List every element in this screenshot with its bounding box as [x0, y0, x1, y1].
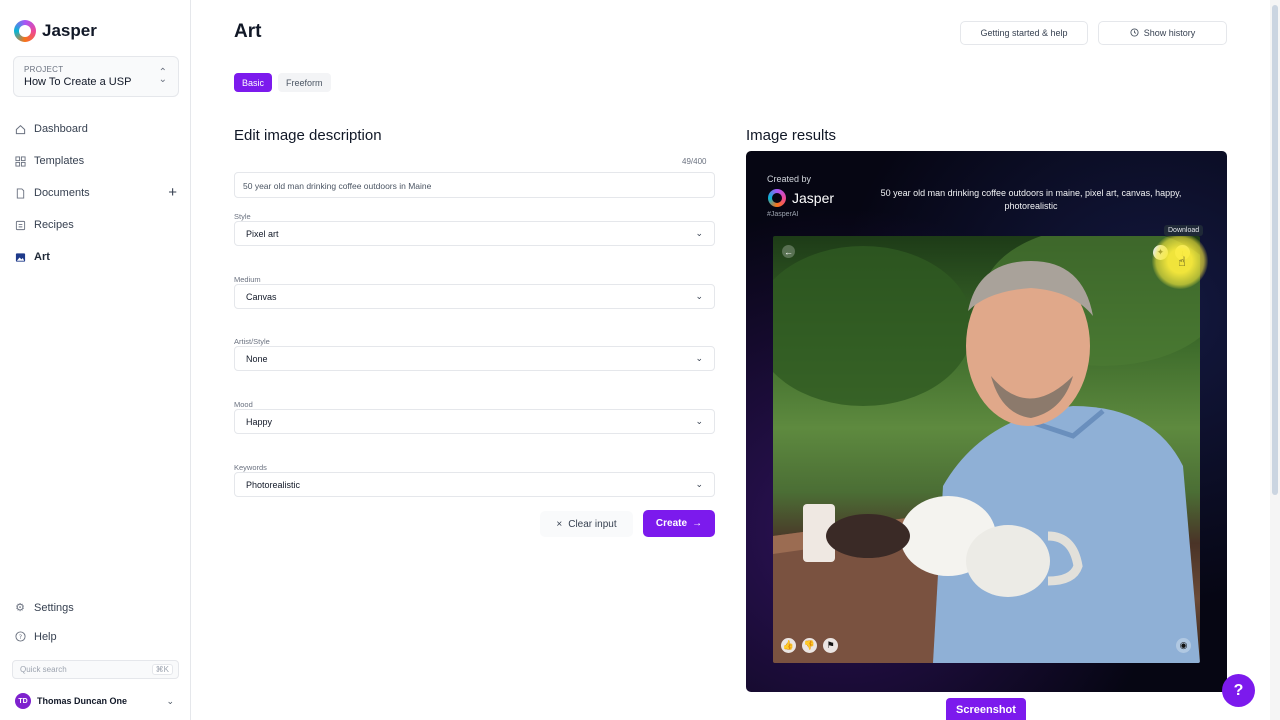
add-document-icon[interactable]: + [168, 185, 177, 200]
brand-logo[interactable]: Jasper [14, 20, 97, 42]
sidebar-item-label: Help [34, 630, 57, 643]
thumbs-up-icon[interactable]: 👍 [781, 638, 796, 653]
chevron-up-down-icon: ⌃ ⌄ [158, 67, 167, 85]
medium-select[interactable]: Canvas ⌄ [234, 284, 715, 309]
card-brand: Jasper [768, 189, 834, 207]
chevron-down-icon: ⌄ [695, 479, 703, 489]
tab-basic[interactable]: Basic [234, 73, 273, 92]
jasper-watermark-icon: ◉ [1176, 638, 1191, 653]
create-button[interactable]: Create → [643, 510, 715, 537]
chevron-down-icon: ⌄ [695, 228, 703, 238]
chevron-down-icon: ⌄ [695, 416, 703, 426]
artist-style-label: Artist/Style [234, 337, 270, 346]
style-select[interactable]: Pixel art ⌄ [234, 221, 715, 246]
character-counter: 49/400 [682, 157, 707, 166]
style-value: Pixel art [246, 229, 279, 239]
page-scrollbar[interactable] [1270, 0, 1280, 720]
image-caption: 50 year old man drinking coffee outdoors… [880, 188, 1182, 211]
arrow-right-icon: → [692, 518, 703, 529]
hashtag-label: #JasperAI [767, 211, 799, 218]
avatar: TD [15, 693, 31, 709]
card-brand-name: Jasper [792, 190, 835, 206]
close-icon: × [556, 518, 563, 530]
home-icon [14, 123, 26, 135]
gear-icon: ⚙ [15, 602, 25, 614]
jasper-logo-icon [768, 189, 786, 207]
jasper-logo-icon [14, 20, 36, 42]
sidebar-item-label: Templates [34, 155, 85, 167]
sidebar-item-documents[interactable]: Documents + [14, 177, 180, 209]
image-icon [14, 251, 26, 263]
keywords-value: Photorealistic [246, 480, 301, 490]
image-result-card: Created by Jasper #JasperAI 50 year old … [746, 151, 1227, 692]
sidebar-item-label: Documents [34, 187, 90, 199]
screenshot-button[interactable]: Screenshot [946, 698, 1026, 720]
project-name: How To Create a USP [24, 76, 132, 88]
clock-icon [1130, 27, 1139, 39]
quick-search-shortcut: ⌘K [151, 664, 173, 675]
mode-tabs: Basic Freeform [234, 73, 331, 92]
recipe-icon [14, 219, 26, 231]
help-chat-button[interactable]: ? [1222, 674, 1255, 707]
keywords-select[interactable]: Photorealistic ⌄ [234, 472, 715, 497]
quick-search-placeholder: Quick search [20, 665, 67, 674]
sidebar: Jasper PROJECT How To Create a USP ⌃ ⌄ Da… [0, 0, 191, 720]
edit-description-title: Edit image description [234, 127, 382, 144]
document-icon [14, 187, 26, 199]
project-label: PROJECT [24, 65, 64, 74]
sidebar-item-help[interactable]: ? Help [14, 622, 180, 651]
created-by-label: Created by [767, 174, 812, 184]
page-title: Art [234, 21, 262, 42]
mood-label: Mood [234, 400, 253, 409]
sidebar-item-label: Settings [34, 601, 74, 614]
chevron-down-icon: ⌄ [695, 291, 703, 301]
user-name: Thomas Duncan One [37, 696, 128, 706]
mood-value: Happy [246, 417, 273, 427]
sidebar-item-art[interactable]: Art [14, 241, 180, 273]
back-arrow-icon[interactable]: ← [782, 245, 795, 258]
brand-name: Jasper [42, 21, 97, 40]
tab-freeform[interactable]: Freeform [278, 73, 331, 92]
pointer-cursor-icon: ☝ [1178, 254, 1186, 269]
bottom-nav: ⚙ Settings ? Help [14, 593, 180, 651]
svg-text:?: ? [18, 633, 21, 641]
show-history-label: Show history [1143, 28, 1196, 38]
grid-icon [14, 155, 26, 167]
artist-style-select[interactable]: None ⌄ [234, 346, 715, 371]
sidebar-item-label: Dashboard [34, 123, 88, 135]
sidebar-item-recipes[interactable]: Recipes [14, 209, 180, 241]
sidebar-item-dashboard[interactable]: Dashboard [14, 113, 180, 145]
generated-image[interactable]: ← ✦ ↓ 👍 👎 ⚑ ◉ [773, 236, 1200, 663]
medium-value: Canvas [246, 292, 277, 302]
image-description-input[interactable]: 50 year old man drinking coffee outdoors… [234, 172, 715, 198]
artist-style-value: None [246, 354, 268, 364]
flag-icon[interactable]: ⚑ [823, 638, 838, 653]
image-results-title: Image results [746, 127, 837, 144]
user-menu[interactable]: TD Thomas Duncan One ⌄ [15, 693, 177, 709]
sidebar-item-settings[interactable]: ⚙ Settings [14, 593, 180, 622]
quick-search-input[interactable]: Quick search ⌘K [12, 660, 179, 679]
medium-label: Medium [234, 275, 261, 284]
generated-image-art [773, 236, 1200, 663]
keywords-label: Keywords [234, 463, 267, 472]
style-label: Style [234, 212, 251, 221]
project-selector[interactable]: PROJECT How To Create a USP ⌃ ⌄ [13, 56, 179, 97]
scrollbar-thumb[interactable] [1272, 5, 1278, 495]
sidebar-item-templates[interactable]: Templates [14, 145, 180, 177]
show-history-button[interactable]: Show history [1098, 21, 1227, 45]
sidebar-item-label: Recipes [34, 219, 74, 231]
main-nav: Dashboard Templates Documents + Recipes [14, 113, 180, 273]
mood-select[interactable]: Happy ⌄ [234, 409, 715, 434]
sidebar-item-label: Art [34, 251, 50, 263]
thumbs-down-icon[interactable]: 👎 [802, 638, 817, 653]
download-tooltip: Download [1164, 225, 1204, 236]
getting-started-help-button[interactable]: Getting started & help [960, 21, 1088, 45]
create-label: Create [655, 518, 688, 529]
chevron-down-icon: ⌄ [166, 696, 174, 706]
clear-input-label: Clear input [568, 518, 617, 530]
clear-input-button[interactable]: × Clear input [540, 511, 633, 537]
help-icon: ? [14, 631, 26, 643]
chevron-down-icon: ⌄ [695, 353, 703, 363]
